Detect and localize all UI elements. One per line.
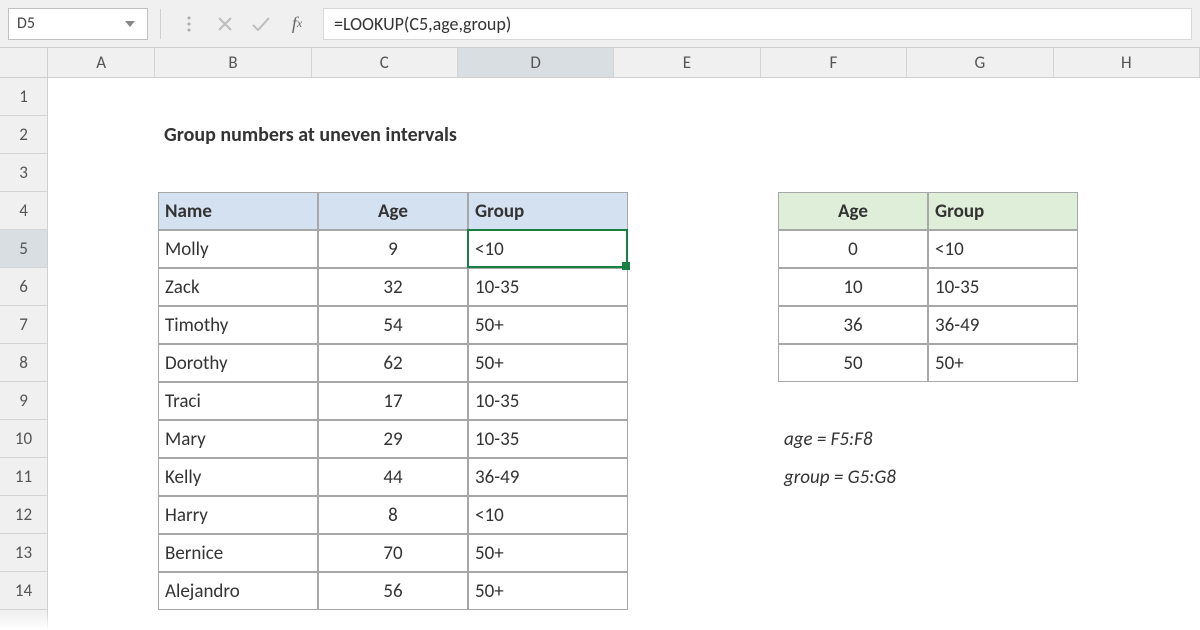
row-header[interactable]: 1 xyxy=(0,78,47,116)
table-cell-group[interactable]: <10 xyxy=(468,496,628,534)
table-cell-group[interactable]: 50+ xyxy=(468,572,628,610)
lookup-header[interactable]: Age xyxy=(778,192,928,230)
table-cell-age[interactable]: 29 xyxy=(318,420,468,458)
lookup-cell-age[interactable]: 0 xyxy=(778,230,928,268)
lookup-cell-age[interactable]: 50 xyxy=(778,344,928,382)
column-header[interactable]: F xyxy=(761,48,907,77)
lookup-cell-age[interactable]: 36 xyxy=(778,306,928,344)
table-cell-age[interactable]: 17 xyxy=(318,382,468,420)
row-header[interactable]: 5 xyxy=(0,230,47,268)
column-header[interactable]: C xyxy=(312,48,458,77)
row-header[interactable]: 7 xyxy=(0,306,47,344)
named-range-note: group = G5:G8 xyxy=(778,458,1200,496)
column-header[interactable]: A xyxy=(48,48,155,77)
lookup-cell-group[interactable]: 50+ xyxy=(928,344,1078,382)
column-header[interactable]: G xyxy=(907,48,1053,77)
table-cell-group[interactable]: 50+ xyxy=(468,534,628,572)
table-cell-age[interactable]: 9 xyxy=(318,230,468,268)
table-cell-age[interactable]: 54 xyxy=(318,306,468,344)
table-cell-group[interactable]: 50+ xyxy=(468,306,628,344)
table-cell-group[interactable]: 36-49 xyxy=(468,458,628,496)
name-box-value: D5 xyxy=(17,14,35,33)
row-header[interactable]: 14 xyxy=(0,572,47,610)
table-cell-name[interactable]: Harry xyxy=(158,496,318,534)
table-cell-name[interactable]: Molly xyxy=(158,230,318,268)
table-cell-name[interactable]: Timothy xyxy=(158,306,318,344)
table-cell-name[interactable]: Bernice xyxy=(158,534,318,572)
name-box[interactable]: D5 xyxy=(8,8,148,40)
fx-icon[interactable]: fx xyxy=(283,10,311,38)
row-header[interactable]: 4 xyxy=(0,192,47,230)
table-cell-group[interactable]: 10-35 xyxy=(468,420,628,458)
separator xyxy=(160,9,161,39)
table-cell-age[interactable]: 32 xyxy=(318,268,468,306)
row-header[interactable]: 9 xyxy=(0,382,47,420)
select-all-corner[interactable] xyxy=(0,48,48,78)
formula-text: =LOOKUP(C5,age,group) xyxy=(334,13,511,35)
lookup-cell-age[interactable]: 10 xyxy=(778,268,928,306)
cells-area[interactable]: Group numbers at uneven intervalsNameAge… xyxy=(48,78,1200,630)
spreadsheet-grid[interactable]: ABCDEFGH 1234567891011121314 Group numbe… xyxy=(0,48,1200,630)
row-header[interactable]: 6 xyxy=(0,268,47,306)
table-cell-group[interactable]: 10-35 xyxy=(468,268,628,306)
table-header[interactable]: Name xyxy=(158,192,318,230)
table-cell-name[interactable]: Kelly xyxy=(158,458,318,496)
formula-input[interactable]: =LOOKUP(C5,age,group) xyxy=(323,8,1192,40)
lookup-cell-group[interactable]: 36-49 xyxy=(928,306,1078,344)
table-cell-name[interactable]: Mary xyxy=(158,420,318,458)
row-header[interactable]: 3 xyxy=(0,154,47,192)
lookup-cell-group[interactable]: 10-35 xyxy=(928,268,1078,306)
expand-icon[interactable] xyxy=(175,10,203,38)
row-header[interactable]: 10 xyxy=(0,420,47,458)
table-cell-age[interactable]: 56 xyxy=(318,572,468,610)
lookup-header[interactable]: Group xyxy=(928,192,1078,230)
table-cell-name[interactable]: Traci xyxy=(158,382,318,420)
row-header[interactable]: 2 xyxy=(0,116,47,154)
table-cell-age[interactable]: 62 xyxy=(318,344,468,382)
row-header[interactable]: 12 xyxy=(0,496,47,534)
table-cell-name[interactable]: Dorothy xyxy=(158,344,318,382)
dropdown-icon[interactable] xyxy=(121,21,139,27)
named-range-note: age = F5:F8 xyxy=(778,420,1200,458)
table-cell-age[interactable]: 70 xyxy=(318,534,468,572)
table-cell-name[interactable]: Alejandro xyxy=(158,572,318,610)
table-header[interactable]: Group xyxy=(468,192,628,230)
table-header[interactable]: Age xyxy=(318,192,468,230)
row-headers: 1234567891011121314 xyxy=(0,78,48,630)
table-cell-group[interactable]: <10 xyxy=(468,230,628,268)
column-header[interactable]: D xyxy=(458,48,614,77)
table-cell-group[interactable]: 50+ xyxy=(468,344,628,382)
lookup-cell-group[interactable]: <10 xyxy=(928,230,1078,268)
column-headers: ABCDEFGH xyxy=(48,48,1200,78)
cancel-icon[interactable] xyxy=(211,10,239,38)
column-header[interactable]: B xyxy=(155,48,311,77)
table-cell-age[interactable]: 44 xyxy=(318,458,468,496)
table-cell-group[interactable]: 10-35 xyxy=(468,382,628,420)
row-header[interactable]: 8 xyxy=(0,344,47,382)
table-cell-name[interactable]: Zack xyxy=(158,268,318,306)
page-title: Group numbers at uneven intervals xyxy=(158,116,778,154)
table-cell-age[interactable]: 8 xyxy=(318,496,468,534)
enter-icon[interactable] xyxy=(247,10,275,38)
row-header[interactable]: 11 xyxy=(0,458,47,496)
column-header[interactable]: E xyxy=(614,48,760,77)
row-header[interactable]: 13 xyxy=(0,534,47,572)
column-header[interactable]: H xyxy=(1054,48,1200,77)
formula-bar: D5 fx =LOOKUP(C5,age,group) xyxy=(0,0,1200,48)
